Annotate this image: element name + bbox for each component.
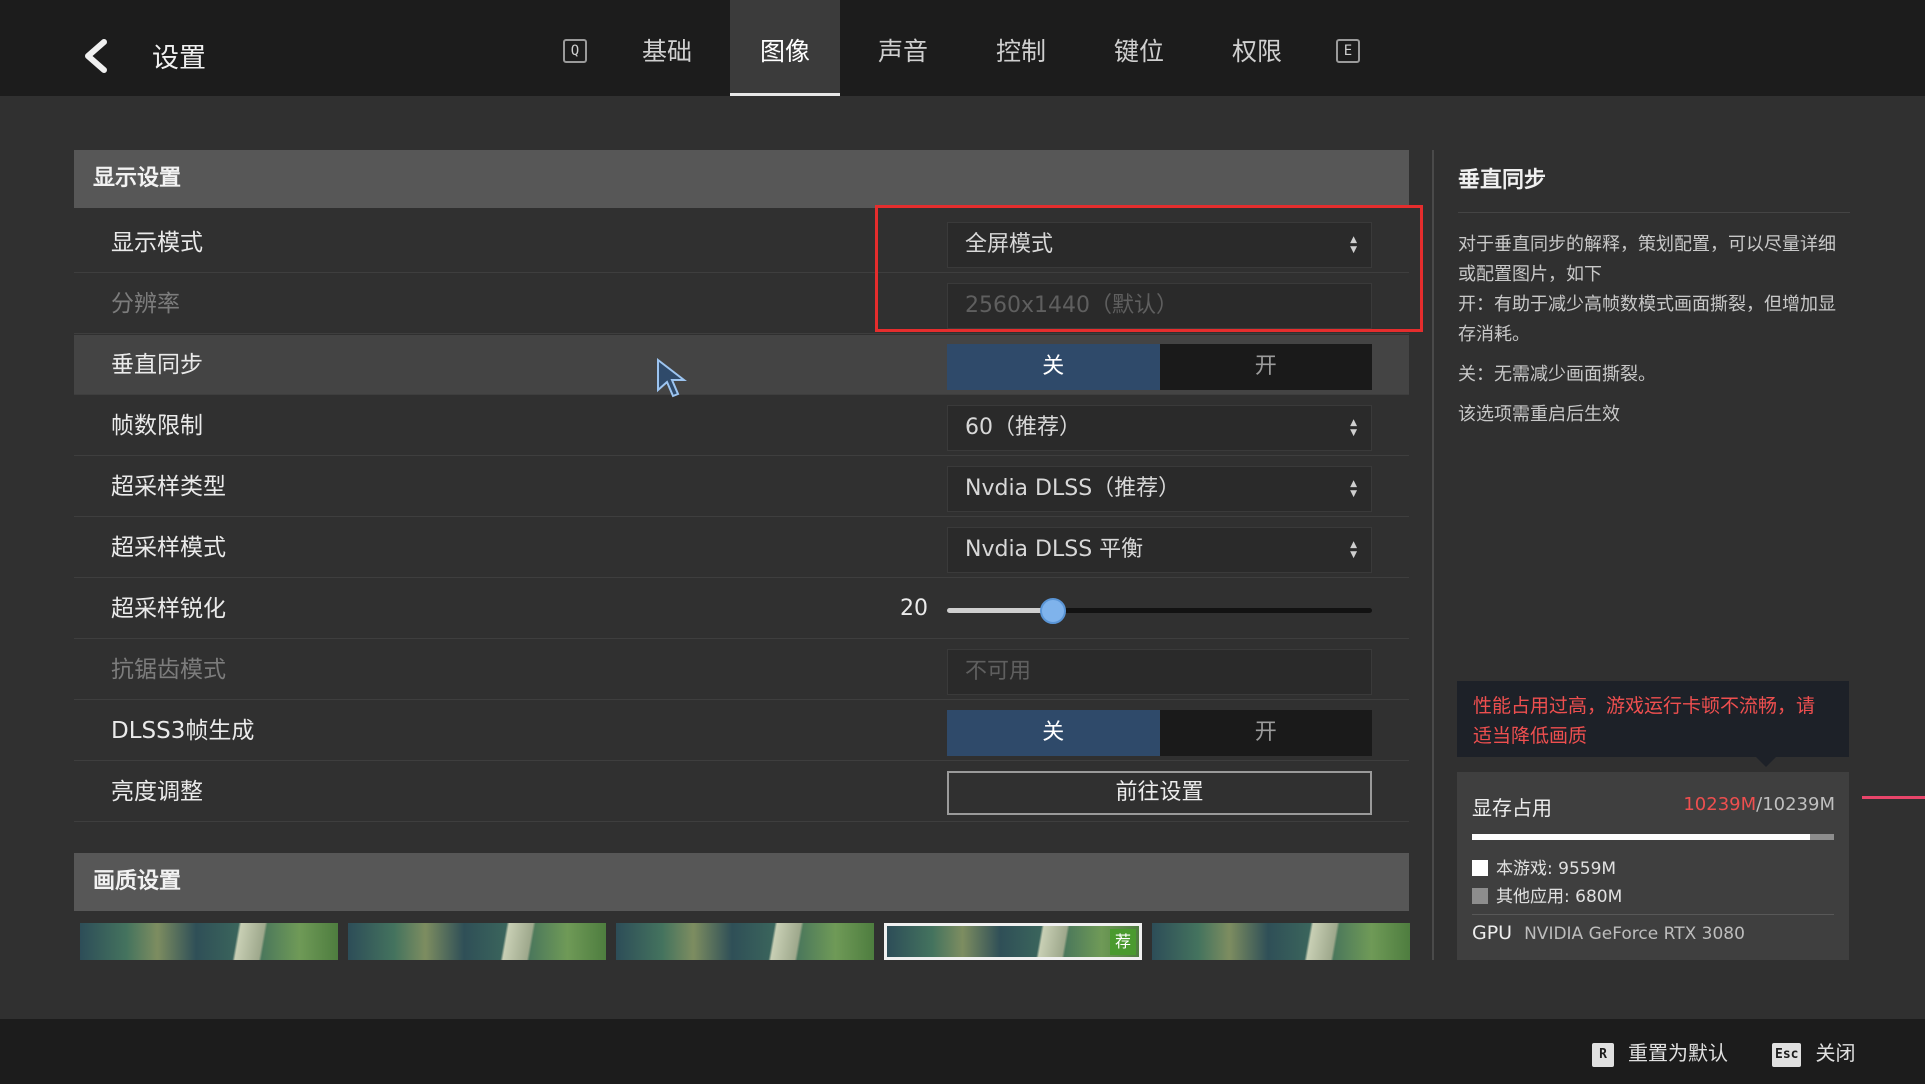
- dlss3-off-option[interactable]: 关: [947, 710, 1160, 756]
- upscale-sharpen-label: 超采样锐化: [111, 596, 226, 622]
- bottom-bar: R 重置为默认 Esc 关闭: [0, 1019, 1925, 1084]
- legend-other-label: 其他应用: 680M: [1496, 887, 1623, 907]
- brightness-settings-button[interactable]: 前往设置: [947, 771, 1372, 815]
- quality-preset-thumbnail-selected[interactable]: 荐: [884, 923, 1142, 960]
- vram-title: 显存占用: [1472, 796, 1552, 820]
- quality-preset-thumbnail[interactable]: [1152, 923, 1410, 960]
- select-arrows-icon: ▲ ▼: [1350, 418, 1357, 438]
- close-button[interactable]: Esc 关闭: [1772, 1037, 1855, 1067]
- upscale-mode-select[interactable]: Nvdia DLSS 平衡 ▲ ▼: [947, 527, 1372, 573]
- panel-divider: [1432, 150, 1434, 960]
- legend-swatch-game: [1472, 860, 1488, 876]
- upscale-mode-row: 超采样模式 Nvdia DLSS 平衡 ▲ ▼: [74, 518, 1409, 578]
- antialias-select: 不可用: [947, 649, 1372, 695]
- dlss3-row: DLSS3帧生成 关 开: [74, 701, 1409, 761]
- vram-panel: 显存占用 10239M/10239M 本游戏: 9559M 其他应用: 680M…: [1457, 772, 1849, 960]
- next-tab-key-hint: E: [1336, 39, 1360, 63]
- antialias-label: 抗锯齿模式: [111, 657, 226, 683]
- display-mode-label: 显示模式: [111, 230, 203, 256]
- quality-presets: 荐: [80, 923, 1410, 960]
- esc-key-hint: Esc: [1772, 1043, 1802, 1067]
- frame-limit-select[interactable]: 60（推荐） ▲ ▼: [947, 405, 1372, 451]
- sharpen-value: 20: [900, 596, 928, 621]
- vsync-toggle[interactable]: 关 开: [947, 344, 1372, 390]
- edge-indicator: [1862, 796, 1925, 799]
- info-title: 垂直同步: [1458, 168, 1547, 193]
- quality-preset-thumbnail[interactable]: [348, 923, 606, 960]
- tab-graphics[interactable]: 图像: [730, 0, 840, 96]
- info-description: 对于垂直同步的解释，策划配置，可以尽量详细或配置图片，如下: [1458, 234, 1836, 285]
- tab-basic[interactable]: 基础: [612, 0, 722, 96]
- top-bar: 设置 Q 基础 图像 声音 控制 键位 权限 E: [0, 0, 1925, 96]
- antialias-value: 不可用: [965, 659, 1032, 684]
- legend-game-label: 本游戏: 9559M: [1496, 859, 1617, 879]
- vsync-row: 垂直同步 关 开: [74, 335, 1409, 395]
- tab-control[interactable]: 控制: [966, 0, 1076, 96]
- brightness-label: 亮度调整: [111, 779, 203, 805]
- vram-total: /10239M: [1756, 794, 1835, 815]
- brightness-row: 亮度调整 前往设置: [74, 762, 1409, 822]
- tab-keybinds[interactable]: 键位: [1084, 0, 1194, 96]
- upscale-mode-label: 超采样模式: [111, 535, 226, 561]
- dlss3-on-option[interactable]: 开: [1160, 710, 1373, 756]
- upscale-type-label: 超采样类型: [111, 474, 226, 500]
- upscale-type-value: Nvdia DLSS（推荐）: [965, 476, 1181, 501]
- quality-settings-header: 画质设置: [74, 853, 1409, 911]
- legend-other: 其他应用: 680M: [1472, 882, 1622, 907]
- legend-game: 本游戏: 9559M: [1472, 854, 1616, 879]
- vsync-off-option[interactable]: 关: [947, 344, 1160, 390]
- tab-audio[interactable]: 声音: [848, 0, 958, 96]
- vram-divider: [1472, 914, 1834, 915]
- legend-swatch-other: [1472, 888, 1488, 904]
- frame-limit-label: 帧数限制: [111, 413, 203, 439]
- info-note: 该选项需重启后生效: [1458, 404, 1620, 425]
- mouse-cursor-icon: [657, 358, 687, 398]
- reset-label: 重置为默认: [1628, 1041, 1728, 1065]
- quality-preset-thumbnail[interactable]: [80, 923, 338, 960]
- vram-used: 10239M: [1683, 794, 1757, 815]
- select-arrows-icon: ▲ ▼: [1350, 479, 1357, 499]
- upscale-mode-value: Nvdia DLSS 平衡: [965, 537, 1144, 562]
- gpu-name: NVIDIA GeForce RTX 3080: [1524, 924, 1745, 944]
- antialias-row: 抗锯齿模式 不可用: [74, 640, 1409, 700]
- frame-limit-row: 帧数限制 60（推荐） ▲ ▼: [74, 396, 1409, 456]
- quality-preset-thumbnail[interactable]: [616, 923, 874, 960]
- performance-warning-text: 性能占用过高，游戏运行卡顿不流畅，请适当降低画质: [1473, 695, 1816, 747]
- sharpen-slider-fill: [947, 608, 1054, 613]
- resolution-label: 分辨率: [111, 291, 180, 317]
- prev-tab-key-hint: Q: [563, 39, 587, 63]
- select-arrows-icon: ▲ ▼: [1350, 540, 1357, 560]
- sharpen-slider-handle[interactable]: [1040, 598, 1067, 624]
- reset-key-hint: R: [1592, 1043, 1614, 1067]
- upscale-type-row: 超采样类型 Nvdia DLSS（推荐） ▲ ▼: [74, 457, 1409, 517]
- sharpen-slider[interactable]: [947, 598, 1372, 624]
- frame-limit-value: 60（推荐）: [965, 415, 1081, 440]
- back-arrow-icon[interactable]: [78, 36, 114, 76]
- vsync-on-option[interactable]: 开: [1160, 344, 1373, 390]
- reset-default-button[interactable]: R 重置为默认: [1592, 1037, 1728, 1067]
- vsync-label: 垂直同步: [111, 352, 203, 378]
- info-on-text: 开：有助于减少高帧数模式画面撕裂，但增加显存消耗。: [1458, 294, 1836, 345]
- gpu-row: GPU NVIDIA GeForce RTX 3080: [1472, 922, 1745, 944]
- info-off-text: 关：无需减少画面撕裂。: [1458, 364, 1656, 385]
- vram-value: 10239M/10239M: [1683, 794, 1835, 815]
- dlss3-label: DLSS3帧生成: [111, 718, 255, 744]
- upscale-type-select[interactable]: Nvdia DLSS（推荐） ▲ ▼: [947, 466, 1372, 512]
- vram-usage-bar: [1472, 834, 1834, 840]
- page-title: 设置: [152, 43, 206, 74]
- tab-permissions[interactable]: 权限: [1202, 0, 1312, 96]
- info-divider: [1458, 212, 1850, 213]
- upscale-sharpen-row: 超采样锐化 20: [74, 579, 1409, 639]
- warning-pointer: [1756, 757, 1776, 767]
- dlss3-toggle[interactable]: 关 开: [947, 710, 1372, 756]
- close-label: 关闭: [1815, 1041, 1856, 1065]
- highlight-annotation-box: [875, 205, 1423, 332]
- performance-warning: 性能占用过高，游戏运行卡顿不流畅，请适当降低画质: [1457, 681, 1849, 757]
- vram-usage-fill: [1472, 834, 1810, 840]
- display-settings-header: 显示设置: [74, 150, 1409, 208]
- gpu-label: GPU: [1472, 922, 1513, 944]
- recommended-badge: 荐: [1110, 929, 1136, 955]
